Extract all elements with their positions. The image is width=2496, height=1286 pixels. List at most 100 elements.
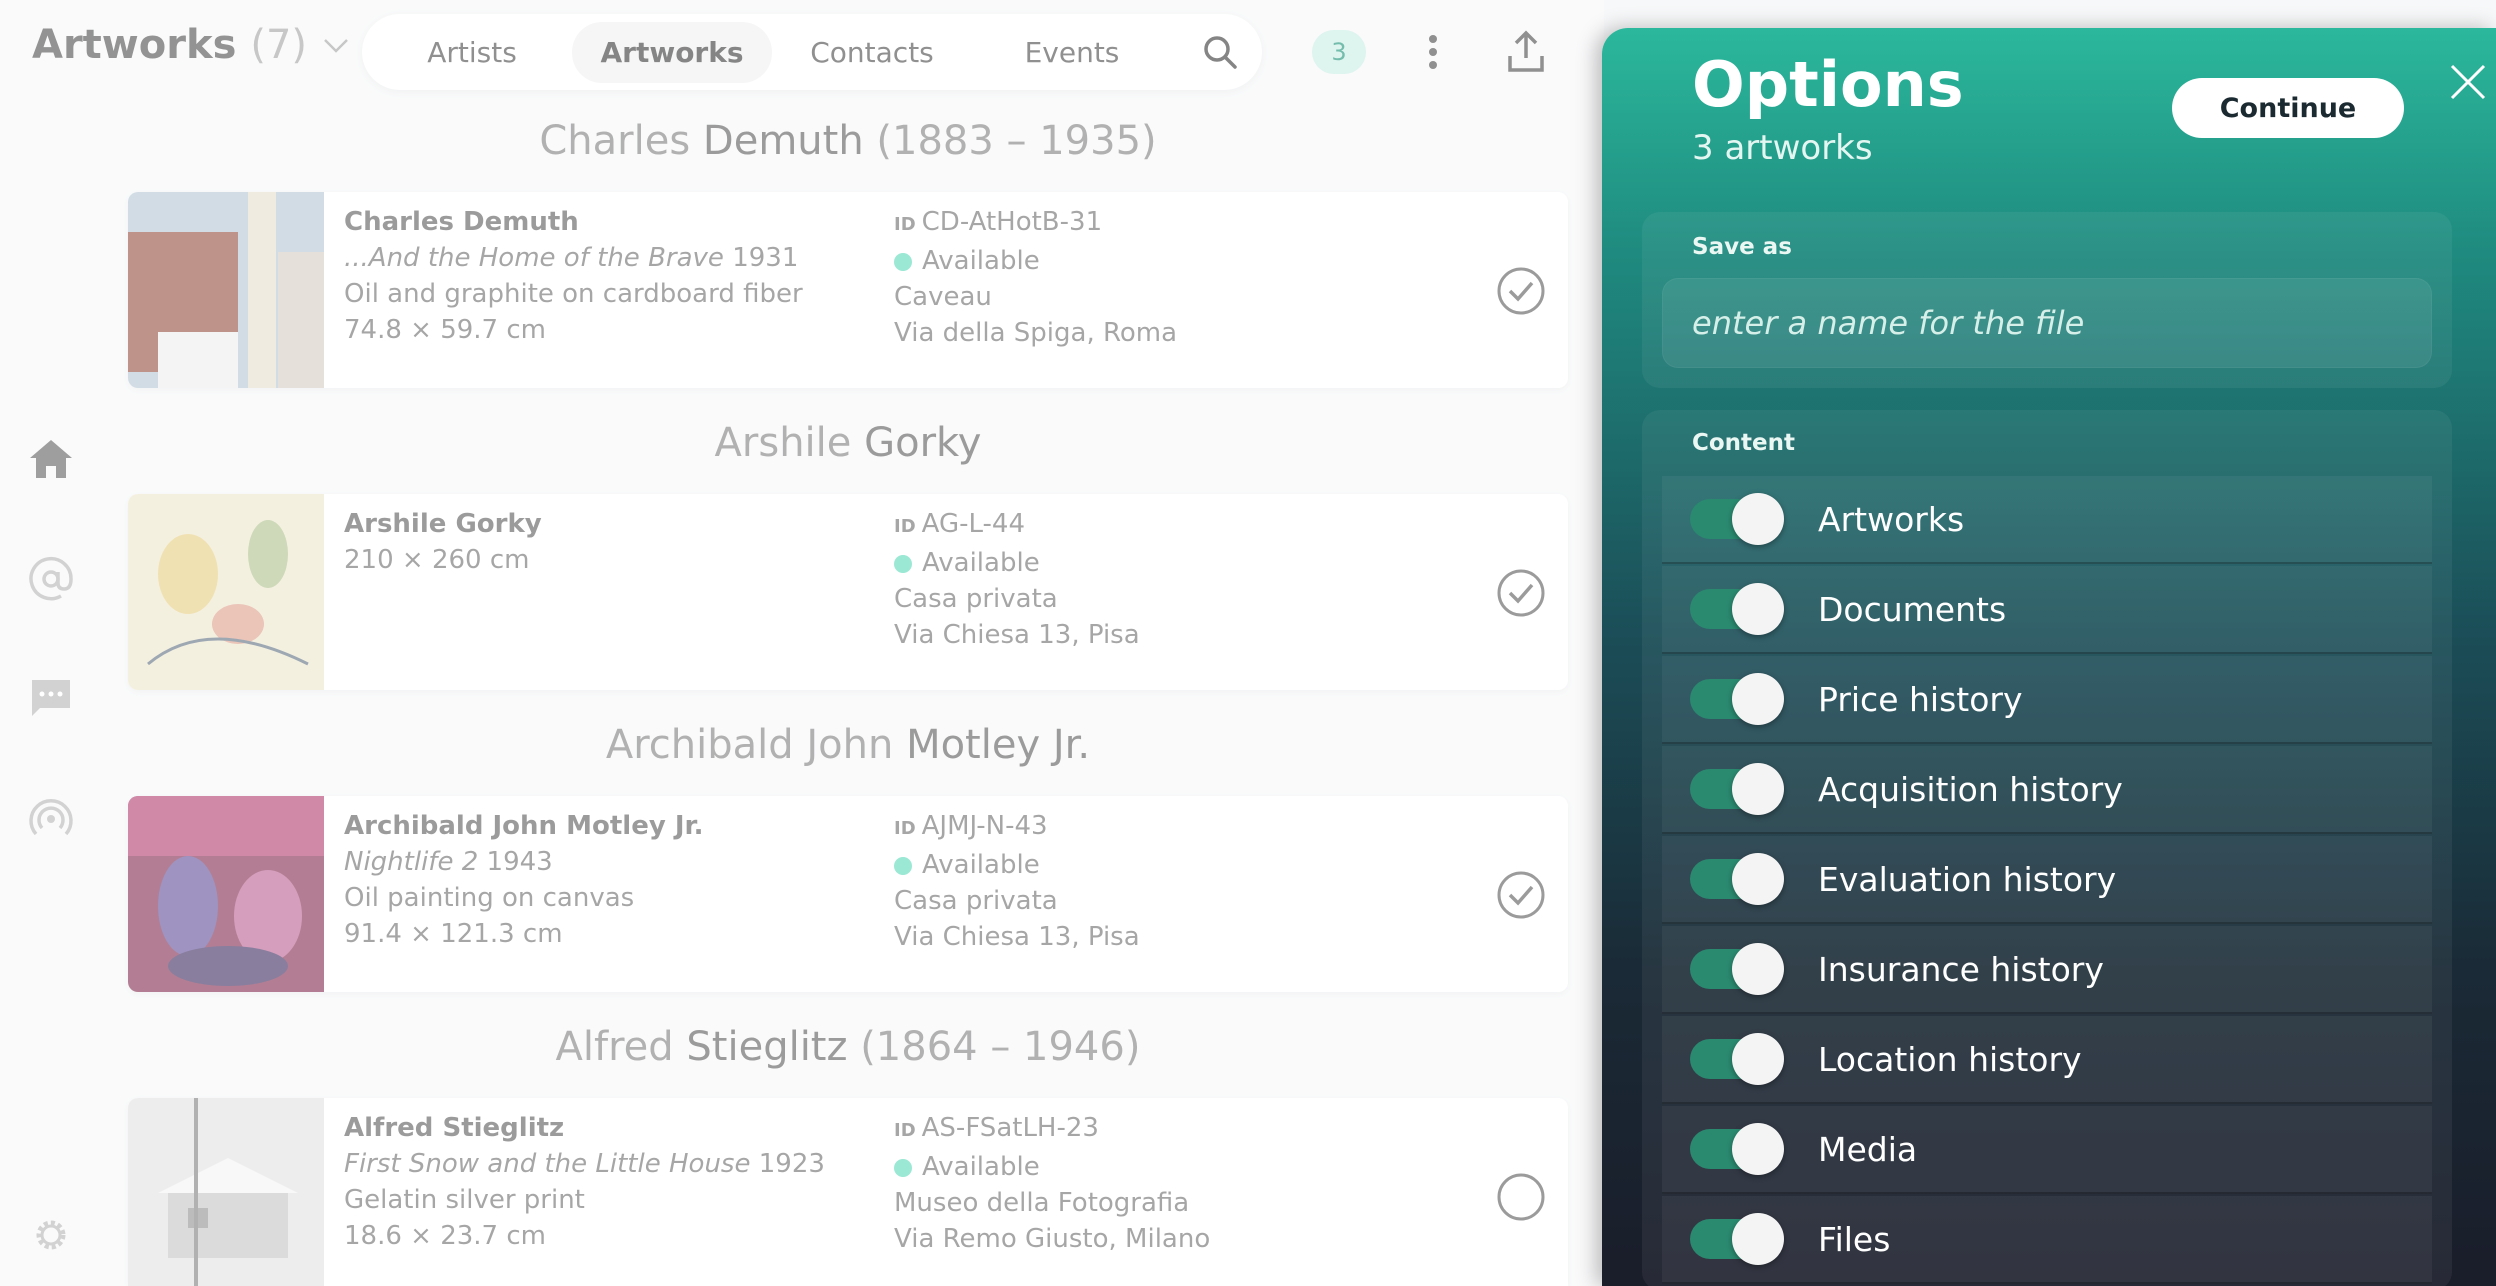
artwork-medium: Oil and graphite on cardboard fiber xyxy=(344,279,803,309)
artwork-id: AS-FSatLH-23 xyxy=(921,1113,1099,1143)
toggle-switch[interactable] xyxy=(1690,583,1784,635)
artist-last-name: Demuth xyxy=(702,118,864,164)
close-icon[interactable] xyxy=(2448,62,2488,102)
toggle-switch[interactable] xyxy=(1690,493,1784,545)
option-label: Evaluation history xyxy=(1818,859,2117,899)
toggle-switch[interactable] xyxy=(1690,853,1784,905)
artwork-card[interactable]: Charles Demuth ...And the Home of the Br… xyxy=(128,192,1568,388)
option-price-history[interactable]: Price history xyxy=(1662,656,2432,744)
artwork-size: 210 × 260 cm xyxy=(344,545,530,575)
option-evaluation-history[interactable]: Evaluation history xyxy=(1662,836,2432,924)
artwork-id: CD-AtHotB-31 xyxy=(921,207,1103,237)
options-panel: Options 3 artworks Continue Save as Cont… xyxy=(1602,28,2496,1286)
artist-last-name: Motley Jr. xyxy=(906,722,1091,768)
tab-contacts[interactable]: Contacts xyxy=(772,22,972,83)
artwork-year: 1943 xyxy=(486,847,553,877)
artwork-thumbnail xyxy=(128,192,324,388)
chat-icon[interactable] xyxy=(28,676,74,722)
toggle-switch[interactable] xyxy=(1690,943,1784,995)
option-acquisition-history[interactable]: Acquisition history xyxy=(1662,746,2432,834)
artwork-medium: Oil painting on canvas xyxy=(344,883,635,913)
panel-title: Options xyxy=(1692,48,1964,121)
broadcast-icon[interactable] xyxy=(28,796,74,842)
selection-count-badge[interactable]: 3 xyxy=(1312,30,1366,74)
option-label: Documents xyxy=(1818,589,2007,629)
page-title[interactable]: Artworks (7) xyxy=(32,22,351,68)
toggle-switch[interactable] xyxy=(1690,1123,1784,1175)
status-dot xyxy=(894,555,912,573)
artist-years: (1864 – 1946) xyxy=(860,1024,1141,1070)
status-text: Available xyxy=(922,548,1040,578)
status-text: Available xyxy=(922,246,1040,276)
option-documents[interactable]: Documents xyxy=(1662,566,2432,654)
option-media[interactable]: Media xyxy=(1662,1106,2432,1194)
id-label: ID xyxy=(894,516,916,537)
status-text: Available xyxy=(922,850,1040,880)
more-vertical-icon[interactable] xyxy=(1418,32,1448,72)
toggle-switch[interactable] xyxy=(1690,673,1784,725)
id-label: ID xyxy=(894,818,916,839)
artwork-id: AG-L-44 xyxy=(921,509,1025,539)
tab-artworks[interactable]: Artworks xyxy=(572,21,772,83)
artist-first-name: Archibald John xyxy=(605,722,894,768)
option-insurance-history[interactable]: Insurance history xyxy=(1662,926,2432,1014)
artist-years: (1883 – 1935) xyxy=(876,118,1157,164)
artwork-thumbnail xyxy=(128,796,324,992)
empty-circle-icon[interactable] xyxy=(1496,1172,1546,1222)
artist-first-name: Charles xyxy=(539,118,691,164)
toggle-switch[interactable] xyxy=(1690,763,1784,815)
artwork-card[interactable]: Alfred Stieglitz First Snow and the Litt… xyxy=(128,1098,1568,1286)
artwork-card[interactable]: Arshile Gorky 210 × 260 cm ID AG-L-44 Ava… xyxy=(128,494,1568,690)
artwork-location: Museo della Fotografia xyxy=(894,1188,1190,1218)
artwork-location: Casa privata xyxy=(894,886,1058,916)
status-dot xyxy=(894,1159,912,1177)
option-location-history[interactable]: Location history xyxy=(1662,1016,2432,1104)
artwork-address: Via Chiesa 13, Pisa xyxy=(894,620,1140,650)
artist-heading: Alfred Stieglitz (1864 – 1946) xyxy=(128,1024,1568,1070)
continue-button[interactable]: Continue xyxy=(2172,78,2404,138)
check-circle-icon[interactable] xyxy=(1496,266,1546,316)
id-label: ID xyxy=(894,1120,916,1141)
id-label: ID xyxy=(894,214,916,235)
status-dot xyxy=(894,253,912,271)
artwork-address: Via Chiesa 13, Pisa xyxy=(894,922,1140,952)
option-label: Media xyxy=(1818,1129,1918,1169)
option-label: Files xyxy=(1818,1219,1891,1259)
artwork-size: 74.8 × 59.7 cm xyxy=(344,315,546,345)
toggle-switch[interactable] xyxy=(1690,1213,1784,1265)
option-label: Insurance history xyxy=(1818,949,2104,989)
save-as-section: Save as xyxy=(1642,212,2452,388)
artwork-location: Caveau xyxy=(894,282,992,312)
artwork-year: 1931 xyxy=(732,243,799,273)
content-label: Content xyxy=(1692,430,1796,456)
search-icon[interactable] xyxy=(1200,32,1240,72)
toggle-switch[interactable] xyxy=(1690,1033,1784,1085)
file-name-input[interactable] xyxy=(1662,278,2432,368)
check-circle-icon[interactable] xyxy=(1496,568,1546,618)
home-icon[interactable] xyxy=(28,436,74,482)
artwork-card[interactable]: Archibald John Motley Jr. Nightlife 2 19… xyxy=(128,796,1568,992)
artwork-size: 91.4 × 121.3 cm xyxy=(344,919,563,949)
gear-icon[interactable] xyxy=(28,1212,74,1258)
artwork-size: 18.6 × 23.7 cm xyxy=(344,1221,546,1251)
at-icon[interactable] xyxy=(28,556,74,602)
option-label: Location history xyxy=(1818,1039,2082,1079)
artwork-id: AJMJ-N-43 xyxy=(921,811,1048,841)
tab-artists[interactable]: Artists xyxy=(372,22,572,83)
artist-heading: Archibald John Motley Jr. xyxy=(128,722,1568,768)
export-icon[interactable] xyxy=(1506,30,1546,74)
save-as-label: Save as xyxy=(1692,234,1792,260)
check-circle-icon[interactable] xyxy=(1496,870,1546,920)
artist-last-name: Stieglitz xyxy=(686,1024,848,1070)
option-artworks[interactable]: Artworks xyxy=(1662,476,2432,564)
tab-events[interactable]: Events xyxy=(972,22,1172,83)
page-title-text: Artworks xyxy=(32,22,237,68)
artwork-title: ...And the Home of the Brave xyxy=(344,243,724,273)
option-label: Artworks xyxy=(1818,499,1965,539)
panel-subtitle: 3 artworks xyxy=(1692,128,1873,168)
status-dot xyxy=(894,857,912,875)
option-label: Acquisition history xyxy=(1818,769,2123,809)
artwork-thumbnail xyxy=(128,1098,324,1286)
chevron-down-icon[interactable] xyxy=(321,30,351,60)
option-files[interactable]: Files xyxy=(1662,1196,2432,1284)
